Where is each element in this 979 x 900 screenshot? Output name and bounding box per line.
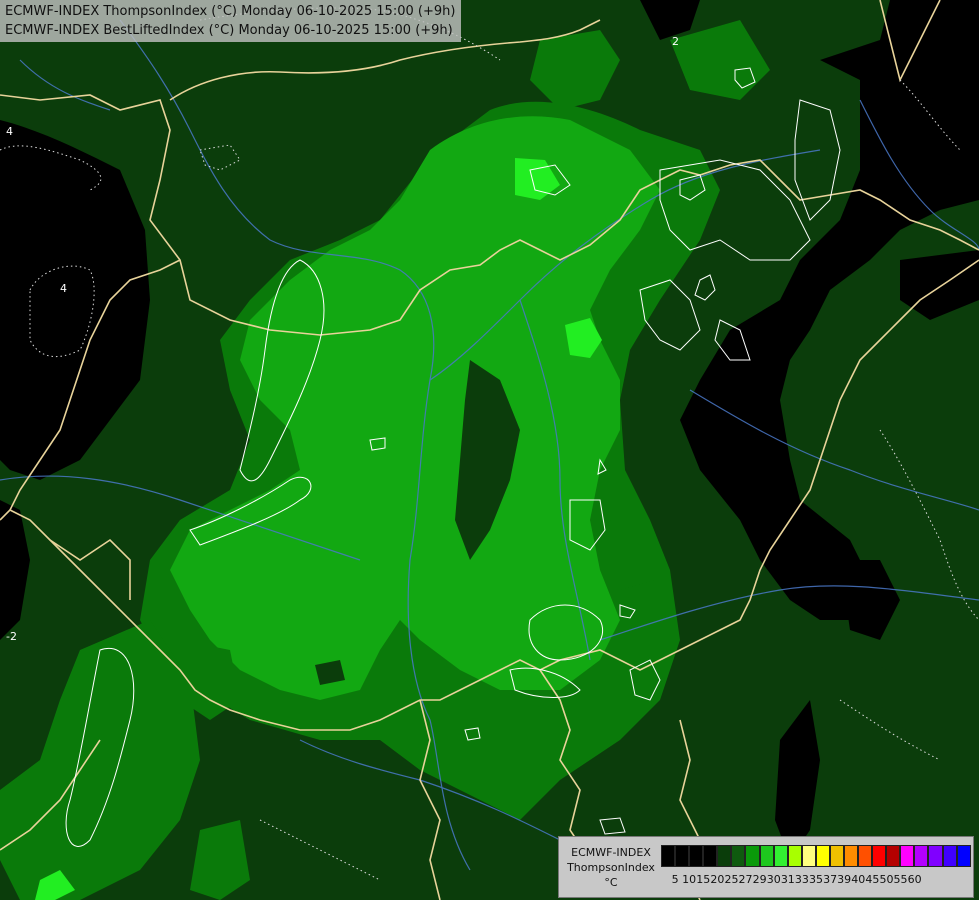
legend-swatch-3 <box>703 845 718 867</box>
legend-swatch-11 <box>815 845 830 867</box>
legend-swatch-0 <box>661 845 676 867</box>
weather-map: 4 4 -2 2 ECMWF-INDEX ThompsonIndex (°C) … <box>0 0 979 900</box>
legend-swatch-9 <box>787 845 802 867</box>
legend-swatch-2 <box>689 845 704 867</box>
legend-label: ECMWF-INDEX ThompsonIndex °C <box>563 845 659 890</box>
title-line-bestlifted: ECMWF-INDEX BestLiftedIndex (°C) Monday … <box>5 23 453 38</box>
legend-swatch-20 <box>942 845 957 867</box>
map-title: ECMWF-INDEX ThompsonIndex (°C) Monday 06… <box>0 0 462 42</box>
legend-swatch-19 <box>928 845 943 867</box>
legend-swatch-14 <box>858 845 873 867</box>
legend-tick-label: 30 <box>766 873 781 886</box>
legend-swatch-18 <box>914 845 929 867</box>
legend-tick-label: 37 <box>823 873 838 886</box>
legend-swatch-10 <box>801 845 816 867</box>
legend-swatch-13 <box>844 845 859 867</box>
legend-swatch-4 <box>717 845 732 867</box>
legend-tick-label: 10 <box>682 873 697 886</box>
contour-label-4: 2 <box>672 35 679 48</box>
contour-label-1: 4 <box>6 125 13 138</box>
legend-tick-label: 5 <box>671 873 679 886</box>
map-canvas: 4 4 -2 2 <box>0 0 979 900</box>
legend-tick-label: 55 <box>893 873 908 886</box>
legend-title: ECMWF-INDEX <box>571 846 651 859</box>
legend-unit: °C <box>604 876 618 889</box>
legend-swatch-15 <box>872 845 887 867</box>
legend-ticks: 5 10 15 20 25 27 29 30 31 33 35 37 39 40 45 50 55 60 <box>661 873 971 889</box>
legend-tick-label: 29 <box>752 873 767 886</box>
legend-swatch-16 <box>886 845 901 867</box>
legend-swatch-12 <box>829 845 845 867</box>
legend-tick-label: 20 <box>710 873 725 886</box>
legend-swatch-21 <box>956 845 971 867</box>
contour-label-2: 4 <box>60 282 67 295</box>
title-line-thompson: ECMWF-INDEX ThompsonIndex (°C) Monday 06… <box>5 4 456 19</box>
legend-swatch-17 <box>900 845 915 867</box>
legend-swatch-1 <box>675 845 690 867</box>
legend-swatch-7 <box>759 845 774 867</box>
legend-tick-label: 35 <box>809 873 823 886</box>
legend-swatch-8 <box>773 845 788 867</box>
legend-tick-label: 50 <box>879 873 894 886</box>
legend-variable: ThompsonIndex <box>567 861 655 874</box>
legend-swatch-6 <box>745 845 760 867</box>
legend-tick-label: 39 <box>837 873 852 886</box>
contour-label-3: -2 <box>6 630 17 643</box>
legend-color-bar <box>661 845 971 867</box>
legend-tick-label: 27 <box>738 873 753 886</box>
legend-tick-label: 40 <box>851 873 866 886</box>
legend-tick-label: 31 <box>780 873 795 886</box>
legend-tick-label: 25 <box>724 873 739 886</box>
legend-tick-label: 33 <box>794 873 809 886</box>
color-legend: ECMWF-INDEX ThompsonIndex °C 5 10 15 20 25 27… <box>558 836 974 898</box>
legend-tick-label: 15 <box>696 873 711 886</box>
legend-tick-label: 60 <box>907 873 922 886</box>
legend-tick-label: 45 <box>865 873 880 886</box>
legend-swatch-5 <box>731 845 746 867</box>
